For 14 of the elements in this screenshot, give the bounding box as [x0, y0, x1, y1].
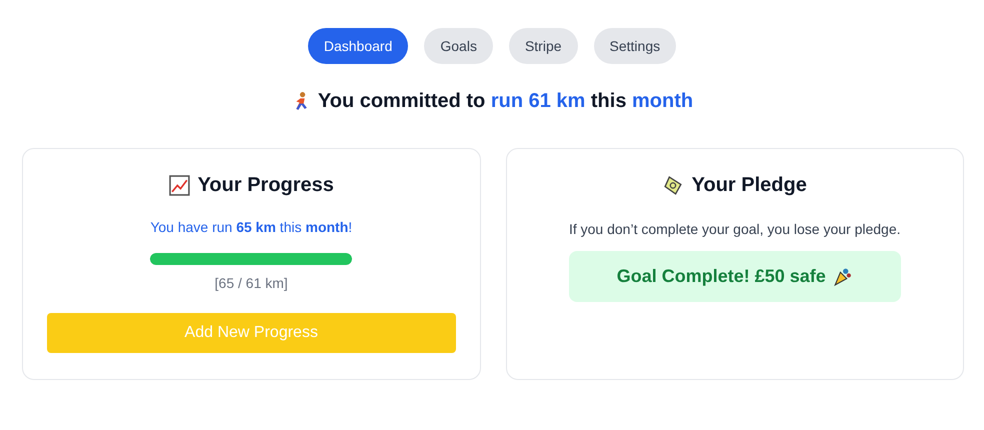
progress-summary: You have run 65 km this month!	[150, 219, 352, 235]
nav-tab[interactable]: Dashboard	[308, 28, 408, 64]
party-popper-icon	[832, 266, 853, 287]
status-text: Goal Complete! £50 safe	[616, 266, 826, 287]
chart-icon	[168, 175, 190, 196]
card-title: Your Progress	[198, 174, 334, 197]
banknote-icon	[662, 175, 684, 196]
nav-tab[interactable]: Stripe	[508, 28, 578, 64]
pledge-note: If you don’t complete your goal, you lose your pledge.	[568, 221, 901, 237]
progress-reading: [65 / 61 km]	[214, 275, 288, 291]
card-title: Your Pledge	[692, 174, 807, 197]
nav-tab[interactable]: Settings	[594, 28, 676, 64]
commitment-heading: You committed to run 61 km this month	[318, 90, 694, 113]
nav-tab[interactable]: Goals	[424, 28, 493, 64]
